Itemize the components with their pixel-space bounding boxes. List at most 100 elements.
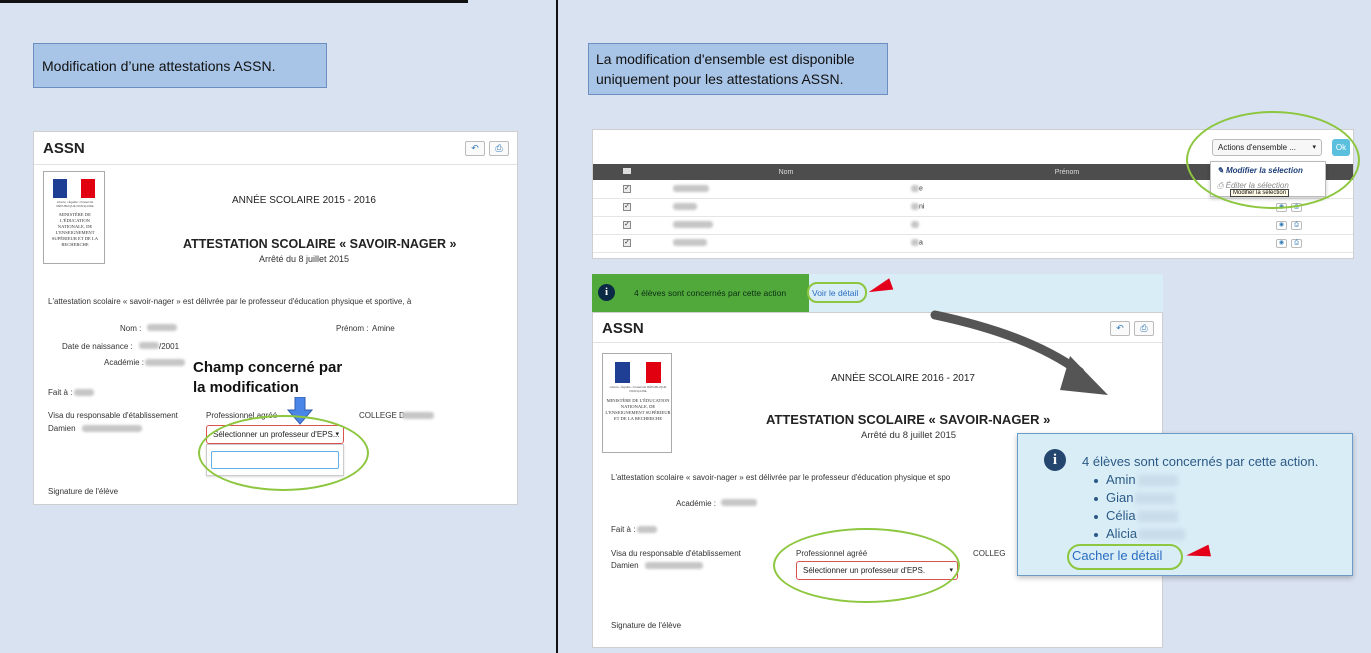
blurred-dob — [139, 342, 159, 349]
list-item: Alicia — [1094, 525, 1186, 543]
annotation-line-1: Champ concerné par — [193, 359, 343, 376]
panel-title: ASSN — [43, 140, 85, 157]
select-text: Sélectionner un professeur d'EPS. — [803, 566, 926, 575]
header-nom[interactable]: Nom — [661, 164, 911, 180]
nom-label: Nom : — [120, 324, 142, 333]
table-row[interactable]: ✓ ◉ ⎙ — [593, 216, 1353, 235]
academie-label: Académie : — [104, 358, 145, 367]
assn-form-left: ASSN ↶ ⎙ Liberté • Égalité • Fraternité … — [33, 131, 518, 505]
attestation-title: ATTESTATION SCOLAIRE « SAVOIR-NAGER » — [183, 237, 457, 251]
table-row[interactable]: ✓ a ◉ ⎙ — [593, 234, 1353, 253]
print-icon[interactable]: ⎙ — [1291, 238, 1302, 248]
decree-text: Arrêté du 8 juillet 2015 — [861, 430, 957, 441]
left-callout: Modification d’une attestations ASSN. — [33, 43, 327, 88]
blurred-prenom — [911, 185, 919, 193]
cacher-detail-link[interactable]: Cacher le détail — [1072, 548, 1162, 563]
visa-name: Damien — [48, 424, 76, 433]
table-row[interactable]: ✓ ni ◉ ⎙ — [593, 198, 1353, 217]
print-icon[interactable]: ⎙ — [1291, 202, 1302, 212]
info-icon: i — [598, 284, 615, 301]
menu-item-modifier-label: Modifier la sélection — [1225, 166, 1303, 175]
bulk-actions-dropdown[interactable]: Actions d'ensemble ... ▾ — [1212, 139, 1322, 156]
annotation-text: Champ concerné par la modification — [193, 358, 342, 398]
professor-select[interactable]: Sélectionner un professeur d'EPS. ▾ — [796, 561, 958, 580]
ok-button[interactable]: Ok — [1332, 139, 1350, 156]
professor-select[interactable]: Sélectionner un professeur d'EPS... ▾ — [206, 425, 344, 444]
eye-icon[interactable]: ◉ — [1276, 202, 1287, 212]
caret-down-icon: ▾ — [1312, 144, 1316, 151]
panel-title: ASSN — [602, 320, 644, 337]
prenom-label: Prénom : — [336, 324, 369, 333]
row-checkbox[interactable]: ✓ — [623, 184, 631, 193]
alert-info-bar — [809, 274, 1163, 312]
prenom-tail: e — [919, 185, 923, 193]
prenom-tail: a — [919, 239, 923, 247]
curved-arrow-icon — [930, 310, 1108, 395]
fait-label: Fait à : — [48, 388, 73, 397]
intro-text: L'attestation scolaire « savoir-nager » … — [611, 473, 951, 482]
dob-suffix: /2001 — [159, 342, 180, 351]
blurred-nom — [673, 203, 697, 211]
voir-detail-link[interactable]: Voir le détail — [812, 288, 858, 298]
popup-text: 4 élèves sont concernés par cette action… — [1082, 454, 1319, 469]
pro-label: Professionnel agréé — [206, 411, 278, 420]
pro-label: Professionnel agréé — [796, 549, 868, 558]
header-prenom[interactable]: Prénom — [911, 164, 1223, 180]
print-icon[interactable]: ⎙ — [489, 141, 509, 156]
attestation-title: ATTESTATION SCOLAIRE « SAVOIR-NAGER » — [766, 412, 1051, 427]
checkbox-icon — [623, 168, 631, 174]
caret-down-icon: ▾ — [949, 567, 953, 574]
student-name: Amin — [1106, 472, 1136, 487]
blurred-prenom — [911, 221, 919, 229]
eye-icon[interactable]: ◉ — [1276, 238, 1287, 248]
visa-label: Visa du responsable d'établissement — [48, 411, 178, 420]
annotation-line-2: la modification — [193, 379, 299, 396]
right-callout-line-1: La modification d'ensemble est disponibl… — [596, 51, 855, 67]
blurred-nom — [673, 239, 707, 247]
decree-text: Arrêté du 8 juillet 2015 — [259, 254, 350, 264]
academie-label: Académie : — [676, 499, 717, 508]
college-label: COLLEG — [973, 549, 1006, 558]
menu-item-modifier[interactable]: ✎ Modifier la sélection — [1217, 166, 1303, 175]
top-rule — [0, 0, 468, 3]
blurred-fait — [74, 389, 94, 396]
left-callout-text: Modification d’une attestations ASSN. — [42, 58, 276, 74]
college-label: COLLEGE D — [359, 411, 405, 420]
tooltip: Modifier la sélection — [1230, 189, 1290, 197]
intro-text: L'attestation scolaire « savoir-nager » … — [48, 297, 412, 306]
row-checkbox[interactable]: ✓ — [623, 221, 631, 229]
select-text: Sélectionner un professeur d'EPS... — [213, 430, 340, 439]
alert-text: 4 élèves sont concernés par cette action — [634, 288, 787, 298]
republique-logo: Liberté • Égalité • Fraternité RÉPUBLIQU… — [602, 353, 672, 453]
row-checkbox[interactable]: ✓ — [623, 239, 631, 247]
select-search-input[interactable] — [211, 451, 339, 469]
caret-down-icon: ▾ — [335, 431, 339, 438]
blurred-nom — [673, 221, 713, 229]
eye-icon[interactable]: ◉ — [1276, 220, 1287, 230]
print-icon[interactable]: ⎙ — [1291, 220, 1302, 230]
logo-motto: Liberté • Égalité • Fraternité RÉPUBLIQU… — [56, 200, 94, 208]
bulk-actions-label: Actions d'ensemble ... — [1218, 143, 1297, 152]
student-table-panel: Actions d'ensemble ... ▾ Ok Nom Prénom ✓… — [592, 129, 1354, 259]
student-list: Amin Gian Célia Alicia — [1094, 471, 1186, 543]
school-year: ANNÉE SCOLAIRE 2015 - 2016 — [232, 195, 376, 206]
flag-icon — [53, 179, 95, 198]
blurred-prenom — [911, 203, 919, 211]
down-arrow-icon — [287, 397, 313, 425]
signature-label: Signature de l'élève — [611, 621, 682, 630]
blurred-academie — [721, 499, 757, 506]
undo-icon[interactable]: ↶ — [465, 141, 485, 156]
student-name: Célia — [1106, 508, 1136, 523]
blurred-fait — [637, 526, 657, 533]
print-icon[interactable]: ⎙ — [1134, 321, 1154, 336]
logo-motto: Liberté • Égalité • Fraternité RÉPUBLIQU… — [609, 385, 667, 393]
header-checkbox[interactable] — [593, 164, 661, 180]
prenom-value: Amine — [372, 324, 395, 333]
republique-logo: Liberté • Égalité • Fraternité RÉPUBLIQU… — [43, 171, 105, 264]
blurred-visa — [645, 562, 703, 569]
student-name: Gian — [1106, 490, 1134, 505]
row-checkbox[interactable]: ✓ — [623, 203, 631, 211]
info-icon: i — [1044, 449, 1066, 471]
blurred-nom — [673, 185, 709, 193]
prenom-tail: ni — [919, 203, 925, 211]
